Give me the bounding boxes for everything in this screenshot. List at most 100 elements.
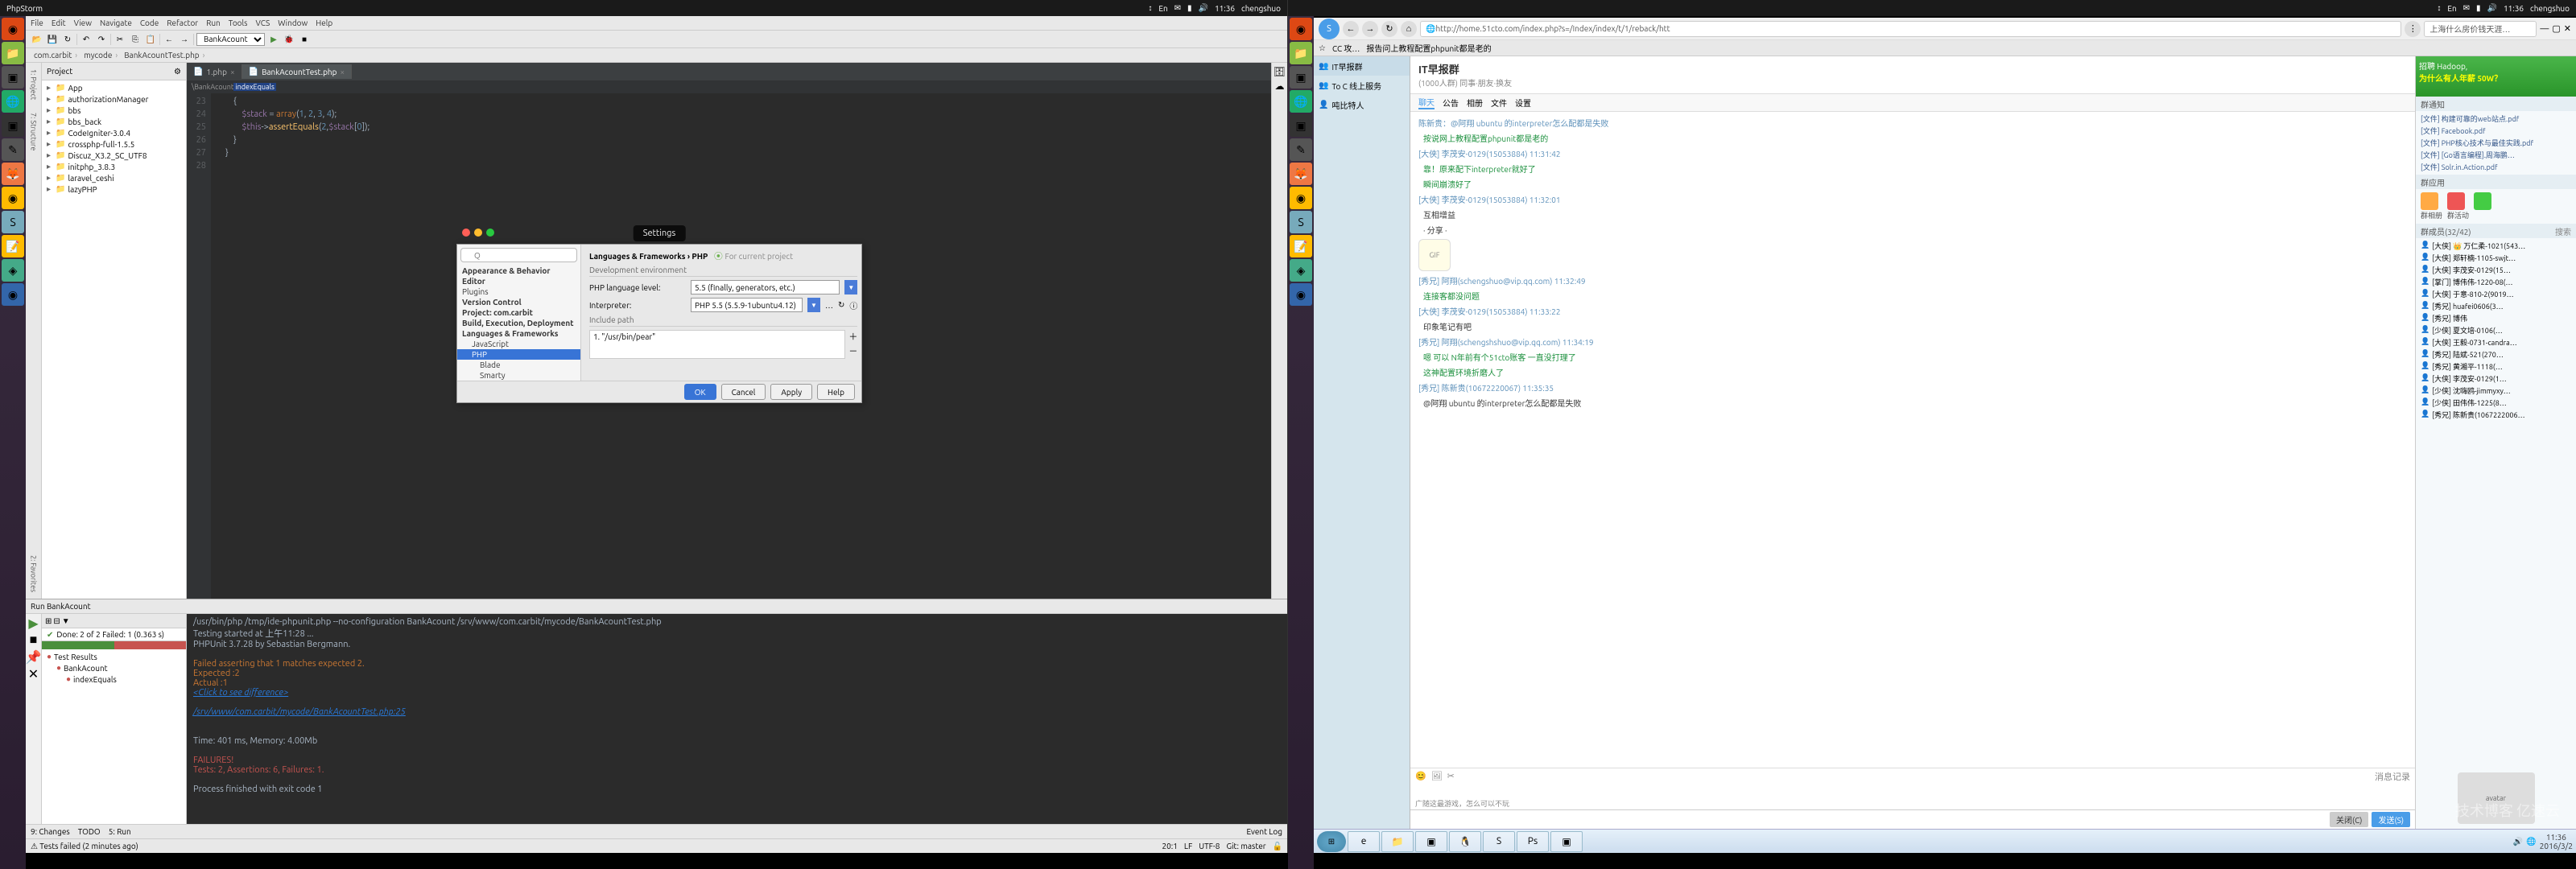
user-menu[interactable]: chengshuo <box>2530 4 2570 13</box>
debug-icon[interactable]: 🐞 <box>283 33 295 46</box>
pin-icon[interactable]: 📌 <box>26 649 42 665</box>
back-icon[interactable]: ← <box>1343 21 1359 37</box>
filter-icon[interactable]: ▼ <box>62 616 70 626</box>
network-icon[interactable]: ↕ <box>2437 3 2441 13</box>
emoji-icon[interactable]: 😊 <box>1415 771 1426 781</box>
cut-icon[interactable]: ✂ <box>1447 771 1455 781</box>
test-output[interactable]: /usr/bin/php /tmp/ide-phpunit.php --no-c… <box>187 614 1287 824</box>
chevron-down-icon[interactable]: ▼ <box>807 298 820 312</box>
chevron-down-icon[interactable]: ▼ <box>844 280 857 294</box>
tray-network-icon[interactable]: 🌐 <box>2526 837 2536 846</box>
app-icon[interactable]: ◉ <box>1290 283 1312 306</box>
clock[interactable]: 11:36 <box>1215 4 1235 13</box>
task-ie[interactable]: e <box>1348 831 1380 852</box>
settings-search[interactable] <box>460 248 577 262</box>
terminal-icon[interactable]: ▣ <box>2 66 24 89</box>
app-header[interactable]: 群应用 <box>2416 175 2576 189</box>
user-menu[interactable]: chengshuo <box>1241 4 1281 13</box>
extension-icon[interactable]: ⋮ <box>2405 21 2421 37</box>
ok-button[interactable]: OK <box>684 384 716 400</box>
close-icon[interactable]: ✕ <box>2564 23 2571 34</box>
chat-log[interactable]: 陈新贵：@阿翔 ubuntu 的interpreter怎么配都是失败按说网上教程… <box>1410 112 2415 768</box>
start-button[interactable]: ⊞ <box>1317 831 1346 852</box>
help-button[interactable]: Help <box>817 384 855 400</box>
msg-record[interactable]: 消息记录 <box>2375 770 2410 783</box>
project-tree[interactable]: ▸📁App ▸📁authorizationManager ▸📁bbs ▸📁bbs… <box>42 80 186 599</box>
member-list[interactable]: 👤[大侠] 👑 万仁柔-1021(543…👤[大侠] 郑轩楠-1105-swjt… <box>2416 238 2576 768</box>
tray-time[interactable]: 11:36 <box>2540 833 2573 842</box>
clock[interactable]: 11:36 <box>2504 4 2524 13</box>
volume-icon[interactable]: 🔊 <box>1199 3 1208 13</box>
phpstorm-icon[interactable]: ◈ <box>1290 259 1312 282</box>
settings-tree[interactable]: Appearance & Behavior Editor Plugins Ver… <box>457 266 580 381</box>
send-button[interactable]: 发送(S) <box>2372 812 2410 827</box>
favorites-tab[interactable]: 2: Favorites <box>28 549 39 599</box>
lang-level-select[interactable] <box>691 280 840 294</box>
test-root[interactable]: ●Test Results <box>43 651 184 662</box>
nav-chat[interactable]: 聊天 <box>1418 96 1435 109</box>
star-icon[interactable]: ☆ <box>1319 43 1326 53</box>
run-icon[interactable]: ▶ <box>267 33 280 46</box>
note-icon[interactable]: 📝 <box>1290 235 1312 257</box>
files-icon[interactable]: 📁 <box>2 42 24 64</box>
chrome-icon[interactable]: ◉ <box>2 187 24 209</box>
zoom-window-icon[interactable] <box>486 229 494 237</box>
firefox-icon[interactable]: 🦊 <box>2 163 24 185</box>
rerun-icon[interactable]: ▶ <box>28 616 38 631</box>
task-app[interactable]: ▣ <box>1415 831 1447 852</box>
battery-icon[interactable]: ▮ <box>1187 3 1192 13</box>
collapse-icon[interactable]: ⊟ <box>53 616 60 626</box>
task-term[interactable]: ▣ <box>1550 831 1583 852</box>
expand-icon[interactable]: ⊞ <box>45 616 52 626</box>
run-tab[interactable]: 5: Run <box>109 827 131 836</box>
event-log-tab[interactable]: Event Log <box>1247 827 1283 836</box>
volume-icon[interactable]: 🔊 <box>2487 3 2497 13</box>
open-icon[interactable]: 📂 <box>31 33 43 46</box>
editor-icon[interactable]: ✎ <box>1290 138 1312 161</box>
editor-tab-1[interactable]: 📄1.php× <box>187 64 242 79</box>
dash-icon[interactable]: ◉ <box>2 18 24 40</box>
members-header[interactable]: 群成员(32/42) 搜索 <box>2416 224 2576 238</box>
info-icon[interactable]: ⓘ <box>849 299 857 311</box>
menu-file[interactable]: File <box>31 19 43 27</box>
include-path-list[interactable]: 1. "/usr/bin/pear" <box>589 330 845 359</box>
refresh-icon[interactable]: ↻ <box>61 33 74 46</box>
image-icon[interactable]: 🖼 <box>1431 771 1443 781</box>
run-config-select[interactable]: BankAcount <box>196 33 265 46</box>
project-tab[interactable]: 1: Project <box>28 63 39 106</box>
editor-tab-2[interactable]: 📄BankAcountTest.php× <box>242 64 353 79</box>
skype-icon[interactable]: S <box>1290 211 1312 233</box>
copy-icon[interactable]: ⎘ <box>129 33 142 46</box>
save-icon[interactable]: 💾 <box>46 33 59 46</box>
menu-window[interactable]: Window <box>278 19 308 27</box>
nav-photo[interactable]: 相册 <box>1467 97 1483 109</box>
battery-icon[interactable]: ▮ <box>2476 3 2481 13</box>
terminal2-icon[interactable]: ▣ <box>2 114 24 137</box>
test-suite[interactable]: ●BankAcount <box>43 662 184 673</box>
minimize-window-icon[interactable] <box>474 229 482 237</box>
undo-icon[interactable]: ↶ <box>80 33 93 46</box>
task-ps[interactable]: Ps <box>1517 831 1549 852</box>
menu-run[interactable]: Run <box>206 19 221 27</box>
nav-files[interactable]: 文件 <box>1491 97 1507 109</box>
browser-tab-2[interactable]: 报告问上教程配置phpunit都是老的 <box>1366 42 1491 54</box>
lang-icon[interactable]: En <box>2447 4 2456 13</box>
session-item[interactable]: 👥IT早报群 <box>1314 56 1410 76</box>
side-ad[interactable]: 招聘 Hadoop, 为什么有人年薪 50W？ <box>2416 56 2576 97</box>
remove-icon[interactable]: － <box>848 344 857 357</box>
forward-icon[interactable]: → <box>1362 21 1378 37</box>
session-item[interactable]: 👥To C 线上服务 <box>1314 76 1410 95</box>
remote-icon[interactable]: ☁ <box>1275 80 1285 92</box>
firefox-icon[interactable]: 🦊 <box>1290 163 1312 185</box>
note-icon[interactable]: 📝 <box>2 235 24 257</box>
files-icon[interactable]: 📁 <box>1290 42 1312 64</box>
close-icon[interactable]: ✕ <box>28 666 39 682</box>
browser-tab-1[interactable]: CC 攻… <box>1332 42 1360 54</box>
back-icon[interactable]: ← <box>163 33 175 46</box>
mail-icon[interactable]: ✉ <box>1174 3 1181 13</box>
test-case[interactable]: ●indexEquals <box>43 673 184 685</box>
browser-icon[interactable]: 🌐 <box>1290 90 1312 113</box>
gear-icon[interactable]: ⚙ <box>174 67 181 76</box>
close-window-icon[interactable] <box>462 229 470 237</box>
structure-tab[interactable]: 7: Structure <box>28 106 39 157</box>
